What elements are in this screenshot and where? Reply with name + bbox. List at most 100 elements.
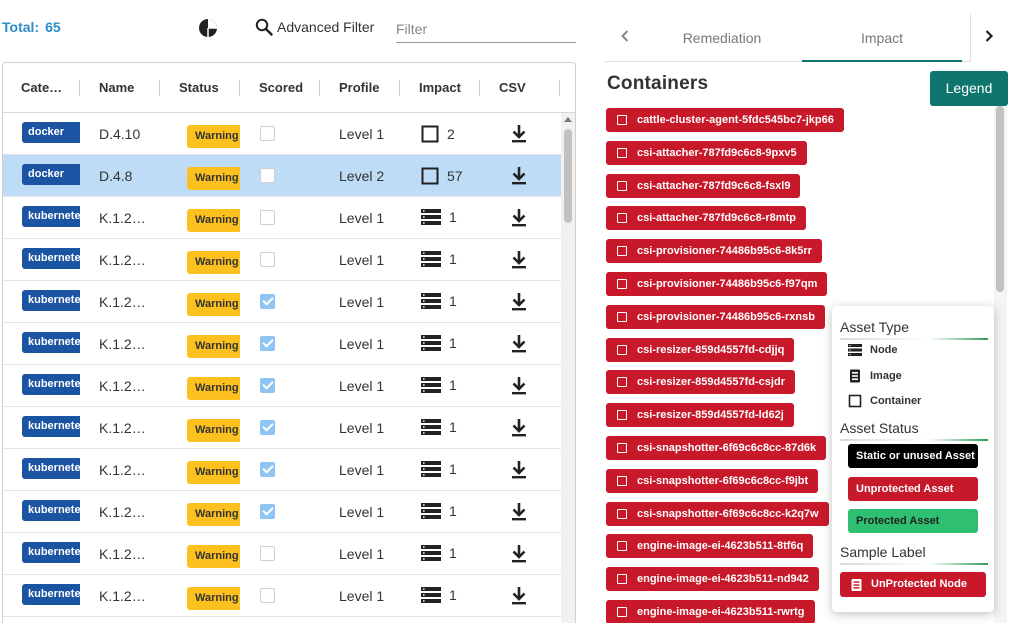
impact-value[interactable]: 1 [421, 377, 457, 393]
table-row[interactable]: docker D.4.10 Warning Level 1 2 [3, 113, 561, 155]
container-chip[interactable]: csi-snapshotter-6f69c6c8cc-k2q7w [606, 501, 829, 526]
table-row[interactable]: kubernetes K.1.2… Warning Level 1 1 [3, 197, 561, 239]
scored-checkbox[interactable] [260, 546, 275, 561]
table-row[interactable]: kubernetes K.1.2… Warning Level 1 1 [3, 323, 561, 365]
container-chip[interactable]: csi-snapshotter-6f69c6c8cc-f9jbt [606, 468, 819, 493]
container-chip[interactable]: engine-image-ei-4623b511-nd942 [606, 567, 819, 592]
container-chip[interactable]: csi-resizer-859d4557fd-ld62j [606, 403, 794, 428]
container-name: csi-provisioner-74486b95c6-f97qm [637, 278, 818, 290]
chevron-left-icon[interactable] [615, 26, 635, 46]
container-chip[interactable]: csi-provisioner-74486b95c6-f97qm [606, 272, 828, 296]
scroll-up-arrow-icon[interactable] [564, 117, 572, 122]
container-chip[interactable]: csi-provisioner-74486b95c6-8k5rr [606, 239, 822, 264]
pie-chart-icon[interactable] [198, 18, 218, 38]
container-list-scrollbar-thumb[interactable] [996, 106, 1004, 292]
impact-value[interactable]: 1 [421, 419, 457, 435]
scored-checkbox[interactable] [260, 336, 275, 351]
impact-count: 1 [449, 587, 457, 603]
table-row[interactable]: docker D.4.8 Warning Level 2 57 [3, 155, 561, 197]
category-badge: kubernetes [22, 458, 80, 479]
scored-checkbox[interactable] [260, 588, 275, 603]
impact-value[interactable]: 1 [421, 293, 457, 309]
impact-value[interactable]: 1 [421, 461, 457, 477]
container-chip[interactable]: csi-attacher-787fd9c6c8-fsxl9 [606, 173, 801, 198]
legend-button[interactable]: Legend [930, 71, 1008, 106]
column-header-csv[interactable]: CSV [499, 63, 526, 113]
scored-checkbox[interactable] [260, 504, 275, 519]
container-name: csi-snapshotter-6f69c6c8cc-k2q7w [637, 507, 819, 520]
legend-image-label: Image [870, 370, 902, 382]
column-header-status[interactable]: Status [179, 63, 219, 113]
table-row[interactable]: kubernetes K.1.2… Warning Level 1 1 [3, 365, 561, 407]
download-csv-icon[interactable] [510, 208, 528, 228]
table-row[interactable]: kubernetes K.1.2… Warning Level 1 1 [3, 407, 561, 449]
download-csv-icon[interactable] [510, 544, 528, 564]
advanced-filter-button[interactable]: Advanced Filter [255, 18, 374, 36]
download-csv-icon[interactable] [510, 418, 528, 438]
impact-value[interactable]: 1 [421, 545, 457, 561]
column-header-profile[interactable]: Profile [339, 63, 379, 113]
download-csv-icon[interactable] [510, 334, 528, 354]
scored-checkbox[interactable] [260, 294, 275, 309]
impact-value[interactable]: 57 [421, 167, 463, 185]
impact-value[interactable]: 1 [421, 335, 457, 351]
table-row[interactable]: kubernetes K.1.2… Warning Level 1 1 [3, 449, 561, 491]
column-header-impact[interactable]: Impact [419, 63, 461, 113]
chevron-right-icon[interactable] [979, 26, 999, 46]
column-divider [79, 80, 80, 96]
impact-value[interactable]: 1 [421, 503, 457, 519]
impact-value[interactable]: 2 [421, 125, 455, 143]
container-chip[interactable]: cattle-cluster-agent-5fdc545bc7-jkp66 [606, 108, 844, 132]
table-row[interactable]: kubernetes K.1.2… Warning Level 1 1 [3, 239, 561, 281]
table-row[interactable]: kubernetes K.1.2… Warning Level 1 1 [3, 281, 561, 323]
filter-input[interactable] [396, 15, 576, 43]
table-scrollbar[interactable] [561, 113, 575, 623]
download-csv-icon[interactable] [510, 586, 528, 606]
containers-title: Containers [607, 73, 709, 94]
download-csv-icon[interactable] [510, 166, 528, 186]
column-divider [319, 80, 320, 96]
rule-name: K.1.2… [99, 336, 146, 352]
container-chip[interactable]: engine-image-ei-4623b511-rwrtg [606, 600, 815, 623]
container-chip[interactable]: csi-resizer-859d4557fd-csjdr [606, 370, 795, 395]
impact-value[interactable]: 1 [421, 587, 457, 603]
table-row[interactable]: kubernetes K.1.2… Warning Level 1 1 [3, 575, 561, 617]
impact-value[interactable]: 1 [421, 209, 457, 225]
container-icon [421, 167, 439, 185]
node-icon [421, 293, 441, 309]
table-row[interactable]: kubernetes K.1.2… Warning Level 1 1 [3, 533, 561, 575]
table-scrollbar-thumb[interactable] [564, 129, 572, 223]
download-csv-icon[interactable] [510, 292, 528, 312]
container-icon [617, 410, 627, 421]
scored-checkbox[interactable] [260, 420, 275, 435]
column-header-name[interactable]: Name [99, 63, 134, 113]
scored-checkbox[interactable] [260, 462, 275, 477]
tab-impact[interactable]: Impact [802, 14, 962, 62]
container-list-scrollbar[interactable] [994, 106, 1007, 623]
download-csv-icon[interactable] [510, 124, 528, 144]
container-chip[interactable]: csi-resizer-859d4557fd-cdjjq [606, 337, 795, 362]
container-chip[interactable]: csi-snapshotter-6f69c6c8cc-87d6k [606, 436, 827, 460]
download-csv-icon[interactable] [510, 502, 528, 522]
container-chip[interactable]: engine-image-ei-4623b511-8tf6q [606, 534, 814, 559]
column-header-scored[interactable]: Scored [259, 63, 303, 113]
scored-checkbox[interactable] [260, 126, 275, 141]
scored-checkbox[interactable] [260, 168, 275, 183]
container-chip[interactable]: csi-attacher-787fd9c6c8-9pxv5 [606, 140, 807, 165]
container-chip[interactable]: csi-attacher-787fd9c6c8-r8mtp [606, 206, 806, 231]
status-unprotected-badge: Unprotected Asset [848, 477, 978, 501]
container-chip[interactable]: csi-provisioner-74486b95c6-rxnsb [606, 304, 825, 329]
scored-checkbox[interactable] [260, 210, 275, 225]
rule-name: K.1.2… [99, 210, 146, 226]
column-header-category[interactable]: Cate… [21, 63, 62, 113]
tab-remediation[interactable]: Remediation [642, 14, 802, 62]
download-csv-icon[interactable] [510, 376, 528, 396]
scored-checkbox[interactable] [260, 252, 275, 267]
impact-value[interactable]: 1 [421, 251, 457, 267]
download-csv-icon[interactable] [510, 250, 528, 270]
compliance-page: Total: 65 Advanced Filter Cate… Name Stat… [0, 0, 1015, 623]
download-csv-icon[interactable] [510, 460, 528, 480]
scored-checkbox[interactable] [260, 378, 275, 393]
table-row[interactable]: kubernetes K.1.2… Warning Level 1 1 [3, 491, 561, 533]
column-divider [399, 80, 400, 96]
